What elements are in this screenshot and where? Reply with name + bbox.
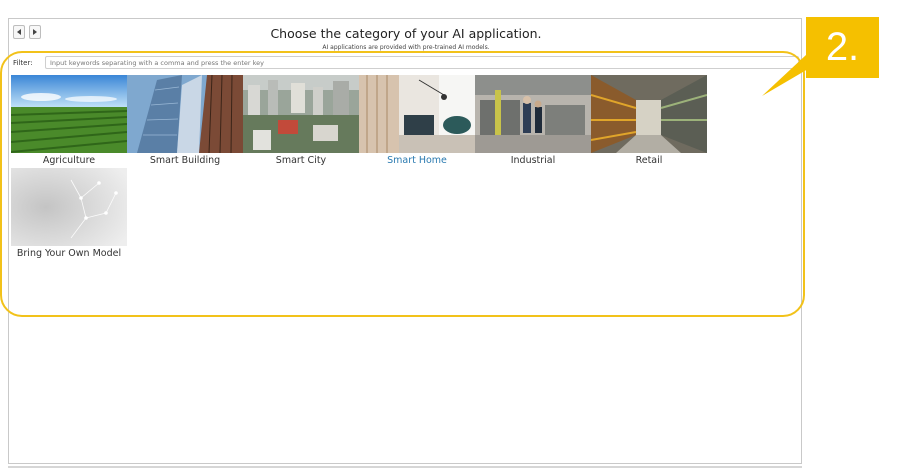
annotation-step-badge: 2. — [806, 17, 879, 78]
annotation-arrow-icon — [762, 55, 820, 96]
